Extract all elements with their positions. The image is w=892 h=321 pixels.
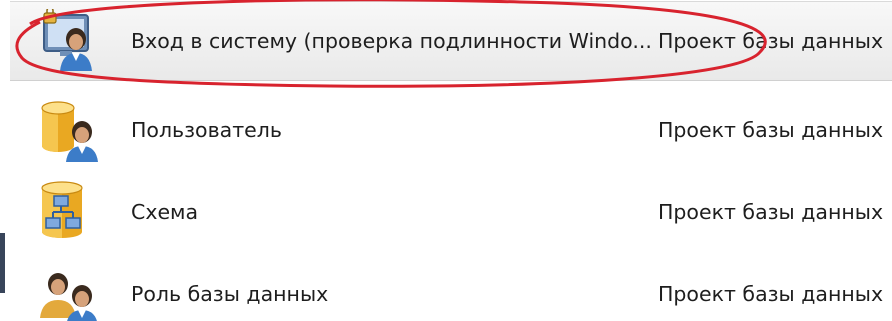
item-type: Проект базы данных	[658, 29, 884, 53]
item-template-list-window: Вход в систему (проверка подлинности Win…	[0, 0, 892, 321]
item-name: Вход в систему (проверка подлинности Win…	[131, 29, 652, 53]
item-type: Проект базы данных	[658, 118, 884, 142]
window-edge	[0, 233, 5, 293]
database-user-icon	[38, 98, 102, 162]
item-name: Пользователь	[131, 118, 282, 142]
list-item-user[interactable]: Пользователь Проект базы данных	[10, 90, 892, 170]
item-name: Схема	[131, 200, 199, 224]
item-template-list: Вход в систему (проверка подлинности Win…	[10, 0, 892, 321]
login-windows-auth-icon	[38, 9, 102, 73]
item-type: Проект базы данных	[658, 282, 884, 306]
list-item-database-role[interactable]: Роль базы данных Проект базы данных	[10, 254, 892, 321]
database-role-icon	[38, 262, 102, 321]
database-schema-icon	[38, 180, 102, 244]
item-name: Роль базы данных	[131, 282, 329, 306]
list-item-schema[interactable]: Схема Проект базы данных	[10, 172, 892, 252]
list-item-login[interactable]: Вход в систему (проверка подлинности Win…	[10, 1, 892, 81]
item-type: Проект базы данных	[658, 200, 884, 224]
